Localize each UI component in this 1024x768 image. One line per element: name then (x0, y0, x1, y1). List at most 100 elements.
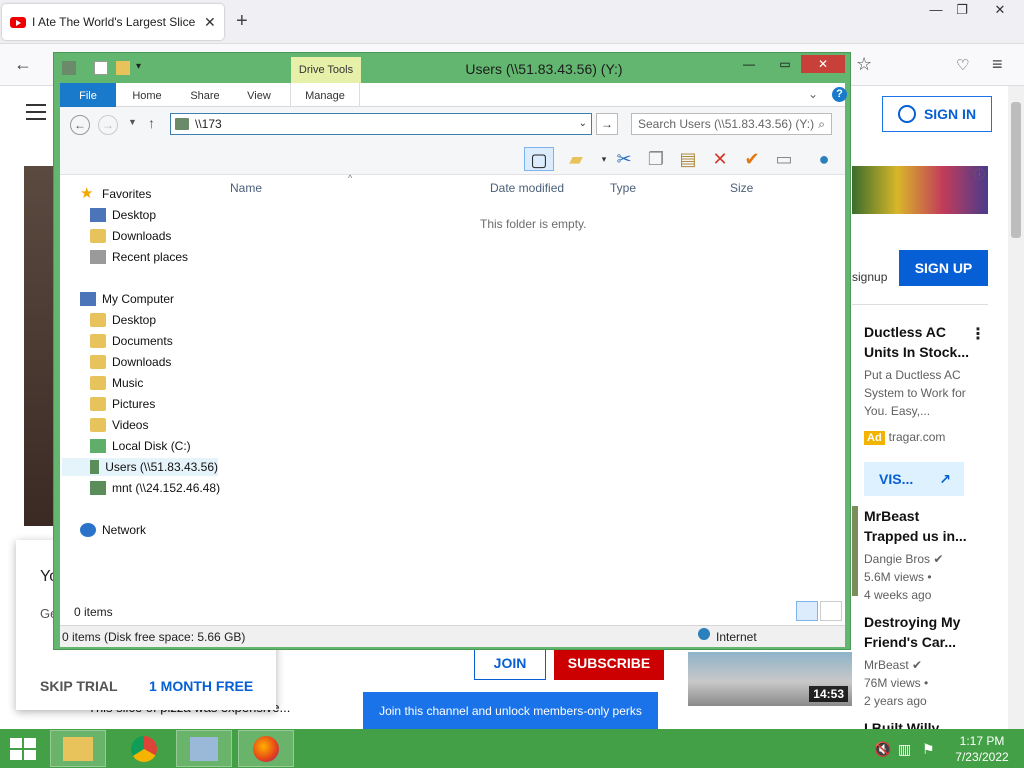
column-date-modified[interactable]: Date modified (490, 181, 564, 195)
explorer-close-button[interactable]: ✕ (801, 55, 845, 73)
join-button[interactable]: JOIN (474, 646, 546, 680)
visit-site-button[interactable]: VIS... ↗ (864, 462, 964, 496)
nav-music[interactable]: Music (90, 374, 143, 392)
nav-users-drive[interactable]: Users (\\51.83.43.56) (62, 458, 218, 476)
nav-pictures[interactable]: Pictures (90, 395, 155, 413)
folder-icon (90, 313, 106, 327)
nav-desktop[interactable]: Desktop (90, 311, 156, 329)
expand-ribbon-icon[interactable]: ⌄ (808, 87, 818, 101)
tab-share[interactable]: Share (180, 83, 230, 107)
system-clock[interactable]: 1:17 PM 7/23/2022 (950, 733, 1014, 765)
video-title[interactable]: MrBeast Trapped us in... (864, 506, 974, 546)
more-options-icon[interactable]: ⋮ (970, 324, 986, 344)
chrome-taskbar-icon[interactable] (116, 730, 172, 767)
column-name[interactable]: Name (230, 181, 262, 195)
hamburger-menu-icon[interactable] (26, 104, 46, 125)
paste-icon[interactable]: ▤ (676, 147, 700, 171)
address-value[interactable]: \\173 (195, 117, 222, 131)
nav-mnt-drive[interactable]: mnt (\\24.152.46.48) (90, 479, 220, 497)
cut-icon[interactable]: ✂ (612, 147, 636, 171)
help-icon[interactable]: ? (832, 87, 847, 102)
start-button-icon[interactable] (10, 738, 38, 762)
tab-home[interactable]: Home (122, 83, 172, 107)
sign-up-button[interactable]: SIGN UP (899, 250, 988, 286)
bookmark-star-icon[interactable]: ☆ (856, 54, 872, 75)
properties-check-icon[interactable]: ✔ (740, 147, 764, 171)
file-explorer-taskbar-icon[interactable] (50, 730, 106, 767)
address-bar[interactable]: \\173 ⌄ (170, 113, 592, 135)
new-folder-icon[interactable] (116, 61, 130, 75)
maximize-button[interactable]: ❐ (946, 0, 978, 20)
skip-trial-button[interactable]: SKIP TRIAL (40, 678, 118, 694)
nav-my-computer[interactable]: My Computer (80, 290, 174, 308)
status-bar: 0 items (60, 597, 845, 625)
video-title[interactable]: Destroying My Friend's Car... (864, 612, 974, 652)
ad-title[interactable]: Ductless AC Units In Stock... (864, 322, 974, 362)
network-drive-icon (90, 460, 100, 474)
explorer-title-bar[interactable]: ▾ Drive Tools Users (\\51.83.43.56) (Y:)… (54, 53, 850, 83)
month-free-button[interactable]: 1 MONTH FREE (149, 678, 253, 694)
column-size[interactable]: Size (730, 181, 753, 195)
page-scrollbar[interactable] (1008, 86, 1024, 729)
folder-icon (90, 397, 106, 411)
tab-file[interactable]: File (60, 83, 116, 107)
firefox-taskbar-icon[interactable] (238, 730, 294, 767)
recent-locations-icon[interactable]: ▼ (128, 117, 137, 127)
ad-badge: Ad (864, 431, 885, 445)
back-icon[interactable]: ← (14, 54, 32, 75)
action-center-icon[interactable]: ⚑ (922, 741, 935, 758)
tab-manage[interactable]: Manage (290, 83, 360, 107)
control-panel-taskbar-icon[interactable] (176, 730, 232, 767)
copy-icon[interactable]: ❐ (644, 147, 668, 171)
globe-icon[interactable]: ● (812, 147, 836, 171)
scrollbar-thumb[interactable] (1011, 102, 1021, 238)
go-icon[interactable]: → (596, 113, 618, 135)
nav-downloads[interactable]: Downloads (90, 353, 171, 371)
ad-domain: tragar.com (888, 430, 946, 444)
video-thumbnail[interactable] (852, 506, 858, 596)
up-icon[interactable]: ↑ (148, 115, 155, 131)
tab-view[interactable]: View (236, 83, 282, 107)
video-thumbnail[interactable]: 14:53 (688, 652, 852, 706)
nav-favorites-downloads[interactable]: Downloads (90, 227, 171, 245)
video-views: 5.6M views • (864, 570, 932, 584)
nav-local-disk[interactable]: Local Disk (C:) (90, 437, 191, 455)
video-title[interactable]: I Built Willy (864, 718, 974, 729)
back-icon[interactable]: ← (70, 115, 90, 135)
nav-network[interactable]: Network (80, 521, 146, 539)
video-views: 76M views • (864, 676, 929, 690)
explorer-maximize-button[interactable]: ▭ (772, 55, 798, 73)
rename-icon[interactable]: ▭ (772, 147, 796, 171)
pocket-icon[interactable]: ♡ (956, 56, 969, 74)
large-icons-view-icon[interactable] (820, 601, 842, 621)
folder-options-icon[interactable]: ▰ (564, 147, 588, 171)
close-window-button[interactable]: ✕ (984, 0, 1016, 20)
search-field[interactable]: Search Users (\\51.83.43.56) (Y:) ⌕ (631, 113, 832, 135)
menu-icon[interactable]: ≡ (992, 54, 1003, 75)
sign-in-button[interactable]: SIGN IN (882, 96, 992, 132)
browser-tab[interactable]: I Ate The World's Largest Slice O ✕ (2, 4, 224, 40)
delete-icon[interactable]: ✕ (708, 147, 732, 171)
new-tab-button[interactable]: + (236, 10, 248, 33)
volume-muted-icon[interactable]: 🔇 (874, 741, 891, 758)
address-dropdown-icon[interactable]: ⌄ (579, 114, 587, 134)
tab-close-icon[interactable]: ✕ (204, 14, 216, 31)
subscribe-button[interactable]: SUBSCRIBE (554, 646, 664, 680)
ad-banner-image[interactable] (852, 166, 988, 214)
signup-text: signup (852, 270, 888, 284)
quick-access-dropdown-icon[interactable]: ▾ (136, 61, 150, 75)
properties-icon[interactable] (94, 61, 108, 75)
nav-documents[interactable]: Documents (90, 332, 173, 350)
nav-favorites-desktop[interactable]: Desktop (90, 206, 156, 224)
file-explorer-window: ▾ Drive Tools Users (\\51.83.43.56) (Y:)… (53, 52, 851, 650)
explorer-minimize-button[interactable]: — (736, 55, 762, 73)
nav-recent-places[interactable]: Recent places (90, 248, 188, 266)
ad-info-icon[interactable]: ⓘ (974, 166, 985, 182)
nav-videos[interactable]: Videos (90, 416, 148, 434)
details-view-icon[interactable] (796, 601, 818, 621)
preview-pane-icon[interactable]: ▢ (524, 147, 554, 171)
nav-favorites[interactable]: ★ Favorites (80, 185, 151, 203)
forward-icon[interactable]: → (98, 115, 118, 135)
network-tray-icon[interactable]: ▥ (898, 741, 911, 758)
column-type[interactable]: Type (610, 181, 636, 195)
